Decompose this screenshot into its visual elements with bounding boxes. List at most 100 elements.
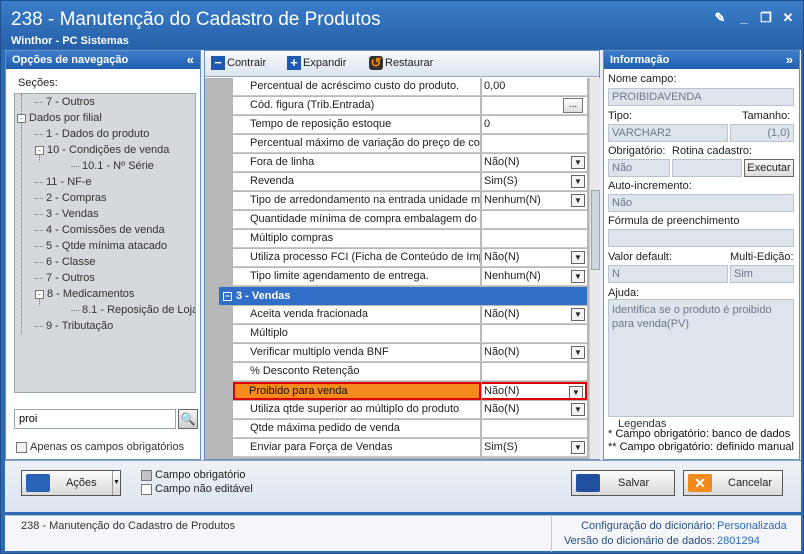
close-button[interactable]: ✕ [779, 10, 797, 26]
information-panel: Informação » Nome campo: PROIBIDAVENDA T… [603, 50, 800, 460]
edit-icon[interactable]: ✎ [711, 10, 729, 26]
dropdown-arrow-icon[interactable]: ▼ [571, 270, 585, 283]
dropdown-arrow-icon[interactable]: ▼ [571, 175, 585, 188]
tree-item[interactable]: -10 - Condições de venda [35, 144, 169, 156]
tree-item[interactable]: 9 - Tributação [35, 320, 113, 332]
dropdown-arrow-icon[interactable]: ▼ [571, 308, 585, 321]
property-value[interactable]: Sim(S) ▼ [482, 439, 587, 457]
tree-item[interactable]: 2 - Compras [35, 192, 107, 204]
property-row[interactable]: Múltiplo compras [205, 230, 589, 248]
tree-expander-icon[interactable]: - [35, 145, 44, 155]
property-row[interactable]: Percentual máximo de variação do preço d… [205, 135, 589, 153]
dropdown-arrow-icon[interactable]: ▼ [569, 386, 583, 398]
property-value[interactable]: 0 [482, 116, 587, 134]
dropdown-arrow-icon[interactable]: ▼ [571, 194, 585, 207]
search-button[interactable]: 🔍 [178, 409, 198, 429]
property-value[interactable]: Sim(S) ▼ [482, 173, 587, 191]
dropdown-arrow-icon[interactable]: ▼ [571, 403, 585, 416]
actions-button[interactable]: Ações ▼ [21, 470, 121, 496]
tree-item-label: 4 - Comissões de venda [46, 224, 165, 236]
property-value[interactable] [482, 230, 587, 248]
scrollbar-thumb[interactable] [591, 190, 600, 270]
dropdown-arrow-icon[interactable]: ▼ [571, 441, 585, 454]
property-row[interactable]: Múltiplo [205, 325, 589, 343]
checkbox-icon[interactable] [16, 441, 27, 453]
multi-edit-value: Sim [730, 265, 794, 283]
tree-expander-icon[interactable]: - [17, 113, 26, 123]
ellipsis-button[interactable]: ... [563, 98, 583, 113]
property-row[interactable]: Quantidade mínima de compra embalagem do… [205, 211, 589, 229]
tree-item[interactable]: 4 - Comissões de venda [35, 224, 165, 236]
dropdown-arrow-icon[interactable]: ▼ [571, 251, 585, 264]
restore-button[interactable]: ↺ Restaurar [369, 56, 433, 70]
only-required-checkbox[interactable]: Apenas os campos obrigatórios [16, 441, 184, 453]
save-button[interactable]: Salvar [571, 470, 675, 496]
plus-icon: + [287, 56, 301, 70]
tree-item[interactable]: 6 - Classe [35, 256, 96, 268]
property-value[interactable] [482, 135, 587, 153]
tree-item-label: 8 - Medicamentos [47, 288, 135, 300]
property-row[interactable]: Aceita venda fracionada Não(N) ▼ [205, 306, 589, 324]
property-row[interactable]: Enviar para Força de Vendas Sim(S) ▼ [205, 439, 589, 457]
property-row[interactable]: Cód. figura (Trib.Entrada)... [205, 97, 589, 115]
grid-scrollbar[interactable] [589, 78, 600, 459]
dropdown-arrow-icon[interactable]: ▼ [571, 156, 585, 169]
tree-item[interactable]: 3 - Vendas [35, 208, 99, 220]
type-value: VARCHAR2 [608, 124, 728, 142]
property-value[interactable]: Não(N) ▼ [482, 249, 587, 267]
property-value[interactable]: Não(N) ▼ [482, 154, 587, 172]
property-value[interactable] [482, 420, 587, 438]
property-value[interactable]: Nenhum(N) ▼ [482, 192, 587, 210]
expand-button[interactable]: + Expandir [287, 56, 346, 70]
property-value[interactable] [482, 211, 587, 229]
tree-item[interactable]: 8.1 - Reposição de Lojas [71, 304, 195, 316]
tree-item[interactable]: 7 - Outros [35, 96, 95, 108]
property-row[interactable]: % Desconto Retenção [205, 363, 589, 381]
tree-item[interactable]: 1 - Dados do produto [35, 128, 149, 140]
property-row[interactable]: Percentual de acréscimo custo do produto… [205, 78, 589, 96]
tree-item[interactable]: - Dados por filial [17, 112, 102, 124]
property-value[interactable] [482, 363, 587, 381]
property-label: % Desconto Retenção [233, 363, 481, 381]
property-row[interactable]: Fora de linha Não(N) ▼ [205, 154, 589, 172]
collapse-button[interactable]: − Contrair [211, 56, 266, 70]
property-row[interactable]: Tempo de reposição estoque 0 [205, 116, 589, 134]
main-window: 238 - Manutenção do Cadastro de Produtos… [0, 0, 804, 554]
tree-item[interactable]: 5 - Qtde mínima atacado [35, 240, 167, 252]
tree-item[interactable]: 7 - Outros [35, 272, 95, 284]
property-row[interactable]: Qtde máxima pedido de venda [205, 420, 589, 438]
tree-item[interactable]: 10.1 - Nº Série [71, 160, 154, 172]
cancel-button[interactable]: ✕ Cancelar [683, 470, 783, 496]
property-row[interactable]: Tipo de arredondamento na entrada unidad… [205, 192, 589, 210]
property-row[interactable]: Proibido para venda Não(N) ▼ [205, 382, 589, 400]
property-value[interactable] [482, 325, 587, 343]
property-value[interactable]: ... [482, 97, 587, 115]
property-value[interactable]: Não(N) ▼ [482, 401, 587, 419]
actions-dropdown-icon[interactable]: ▼ [112, 471, 120, 495]
tree-item-label: 9 - Tributação [46, 320, 114, 332]
property-row[interactable]: Revenda Sim(S) ▼ [205, 173, 589, 191]
property-row[interactable]: Utiliza processo FCI (Ficha de Conteúdo … [205, 249, 589, 267]
collapse-panel-icon[interactable]: « [187, 51, 194, 69]
tree-item[interactable]: 11 - NF-e [35, 176, 92, 188]
maximize-button[interactable]: ❐ [757, 10, 775, 26]
property-value[interactable]: Não(N) ▼ [482, 306, 587, 324]
dropdown-arrow-icon[interactable]: ▼ [571, 346, 585, 359]
multi-edit-label: Multi-Edição: [730, 251, 794, 263]
tree-expander-icon[interactable]: - [35, 289, 44, 299]
execute-button[interactable]: Executar [744, 159, 794, 177]
tree-item[interactable]: -8 - Medicamentos [35, 288, 134, 300]
property-row[interactable]: Verificar multiplo venda BNF Não(N) ▼ [205, 344, 589, 362]
property-value[interactable]: Não(N) ▼ [482, 382, 587, 400]
legend-required: Campo obrigatório [141, 469, 246, 481]
property-value[interactable]: Não(N) ▼ [482, 344, 587, 362]
property-value[interactable]: 0,00 [482, 78, 587, 96]
collapse-category-icon[interactable]: − [223, 291, 232, 301]
category-row[interactable]: −3 - Vendas [219, 287, 587, 305]
property-row[interactable]: Tipo limite agendamento de entrega. Nenhu… [205, 268, 589, 286]
property-value[interactable]: Nenhum(N) ▼ [482, 268, 587, 286]
search-input[interactable] [15, 410, 175, 428]
expand-panel-icon[interactable]: » [786, 51, 793, 69]
minimize-button[interactable]: _ [735, 10, 753, 26]
property-row[interactable]: Utiliza qtde superior ao múltiplo do pro… [205, 401, 589, 419]
